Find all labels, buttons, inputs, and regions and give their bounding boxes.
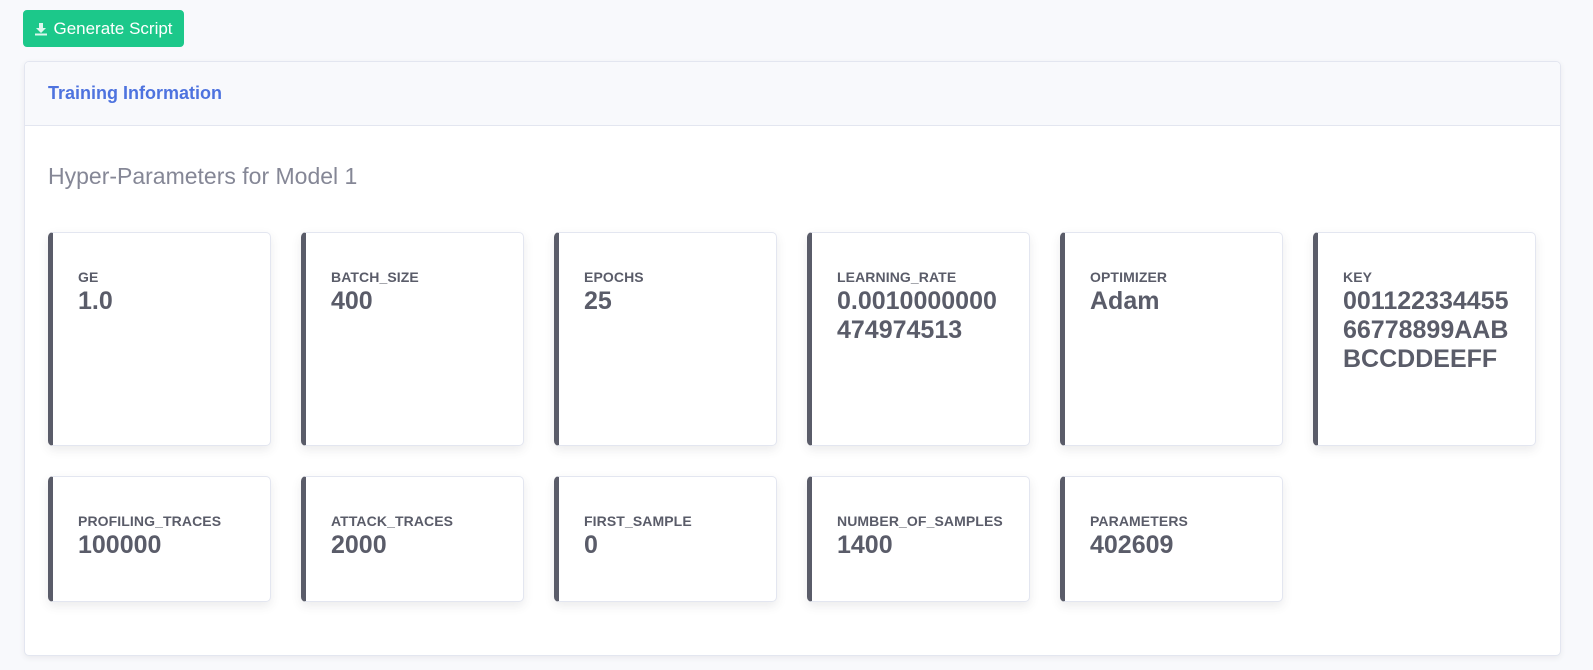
param-label: GE xyxy=(78,269,99,285)
param-label: PROFILING_TRACES xyxy=(78,513,222,529)
param-label: BATCH_SIZE xyxy=(331,269,419,285)
param-value: 402609 xyxy=(1090,531,1174,559)
param-label: ATTACK_TRACES xyxy=(331,513,454,529)
param-card-number-of-samples: NUMBER_OF_SAMPLES 1400 xyxy=(807,476,1030,602)
param-label: OPTIMIZER xyxy=(1090,269,1168,285)
param-value: 400 xyxy=(331,287,373,315)
param-label: KEY xyxy=(1343,269,1373,285)
generate-script-button[interactable]: Generate Script xyxy=(23,10,184,47)
card-header: Training Information xyxy=(25,62,1560,126)
param-card-parameters: PARAMETERS 402609 xyxy=(1060,476,1283,602)
param-card-ge: GE 1.0 xyxy=(48,232,271,446)
param-value: 1.0 xyxy=(78,287,113,315)
card-title: Training Information xyxy=(48,83,222,103)
param-card-key: KEY 00112233445566778899AABBCCDDEEFF xyxy=(1313,232,1536,446)
param-value: 0.0010000000474974513 xyxy=(837,287,997,344)
param-label: PARAMETERS xyxy=(1090,513,1188,529)
param-card-epochs: EPOCHS 25 xyxy=(554,232,777,446)
param-label: LEARNING_RATE xyxy=(837,269,957,285)
section-title: Hyper-Parameters for Model 1 xyxy=(48,163,358,189)
param-value: 00112233445566778899AABBCCDDEEFF xyxy=(1343,287,1509,373)
param-card-optimizer: OPTIMIZER Adam xyxy=(1060,232,1283,446)
param-card-learning-rate: LEARNING_RATE 0.0010000000474974513 xyxy=(807,232,1030,446)
param-card-attack-traces: ATTACK_TRACES 2000 xyxy=(301,476,524,602)
download-icon xyxy=(34,22,48,36)
param-value: 1400 xyxy=(837,531,893,559)
generate-script-label: Generate Script xyxy=(53,18,173,38)
param-card-profiling-traces: PROFILING_TRACES 100000 xyxy=(48,476,271,602)
param-card-first-sample: FIRST_SAMPLE 0 xyxy=(554,476,777,602)
param-value: 0 xyxy=(584,531,598,559)
param-value: 100000 xyxy=(78,531,162,559)
param-value: 2000 xyxy=(331,531,387,559)
param-value: 25 xyxy=(584,287,612,315)
param-value: Adam xyxy=(1090,287,1160,315)
param-label: NUMBER_OF_SAMPLES xyxy=(837,513,1003,529)
param-label: FIRST_SAMPLE xyxy=(584,513,692,529)
param-label: EPOCHS xyxy=(584,269,644,285)
param-card-batch-size: BATCH_SIZE 400 xyxy=(301,232,524,446)
training-information-card: Training Information Hyper-Parameters fo… xyxy=(24,61,1561,656)
